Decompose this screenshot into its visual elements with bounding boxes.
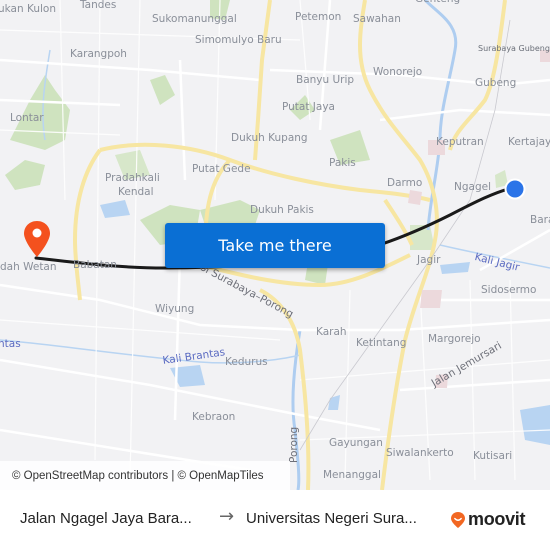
map-label: Jagir [417, 254, 441, 266]
map-label: Gubeng [475, 77, 517, 89]
origin-marker[interactable] [503, 177, 527, 201]
map-label: Dukuh Kupang [231, 132, 308, 144]
map-label: Dukuh Pakis [250, 204, 314, 216]
map-label: Kedurus [225, 356, 268, 368]
map-label: Sukomanunggal [152, 13, 237, 25]
map-label: Ngagel [454, 181, 491, 193]
map-label: dah Wetan [0, 261, 57, 273]
map-attribution[interactable]: © OpenStreetMap contributors | © OpenMap… [0, 461, 290, 490]
map-label: Kertajaya [508, 136, 550, 148]
map-label: Sidosermo [481, 284, 537, 296]
map-label: Wiyung [155, 303, 195, 315]
moovit-pin-icon [451, 511, 465, 528]
map-label: Tandes [80, 0, 117, 11]
map-label: Kutisari [473, 450, 513, 462]
map-label: ntas [0, 338, 21, 350]
map-label: Darmo [387, 177, 423, 189]
moovit-wordmark: moovit [468, 509, 526, 529]
destination-name: Universitas Negeri Sura... [246, 510, 417, 527]
map-label: Sawahan [353, 13, 401, 25]
map-label: Putat Gede [192, 163, 251, 175]
arrow-right-icon: → [219, 506, 235, 527]
map-label: Kendal [118, 186, 154, 198]
route-footer: Jalan Ngagel Jaya Bara... → Universitas … [0, 490, 550, 550]
map-label: Karah [316, 326, 347, 338]
map-label: Pakis [329, 157, 356, 169]
map-label: Wonorejo [373, 66, 423, 78]
map-label: Putat Jaya [282, 101, 335, 113]
map-label: Menanggal [323, 469, 381, 481]
map-label: Pradahkali [105, 172, 160, 184]
map-label: Siwalankerto [386, 447, 454, 459]
map-label: Karangpoh [70, 48, 127, 60]
map-label: Gayungan [329, 437, 383, 449]
destination-pin-icon[interactable] [23, 220, 51, 258]
take-me-there-button[interactable]: Take me there [165, 223, 385, 268]
map-label: Surabaya Gubeng [478, 44, 550, 53]
map-label: Petemon [295, 11, 342, 23]
map-label: Kebraon [192, 411, 236, 423]
map-label: Porong [288, 426, 300, 463]
map-label: Babatan [73, 259, 117, 271]
map-label: Lontar [10, 112, 44, 124]
map-label: Keputran [436, 136, 484, 148]
map-label: Banyu Urip [296, 74, 355, 86]
map-label: Bara [530, 214, 550, 226]
map-label: Margorejo [428, 333, 481, 345]
map[interactable]: ukan Kulon Tandes Sukomanunggal Petemon Sawa… [0, 0, 550, 490]
map-label: Genteng [415, 0, 460, 5]
origin-stop-name: Jalan Ngagel Jaya Bara... [20, 510, 192, 527]
map-label: Ketintang [356, 337, 407, 349]
map-label: Simomulyo Baru [195, 34, 282, 46]
moovit-logo[interactable]: moovit [450, 509, 526, 530]
map-label: ukan Kulon [0, 3, 56, 15]
